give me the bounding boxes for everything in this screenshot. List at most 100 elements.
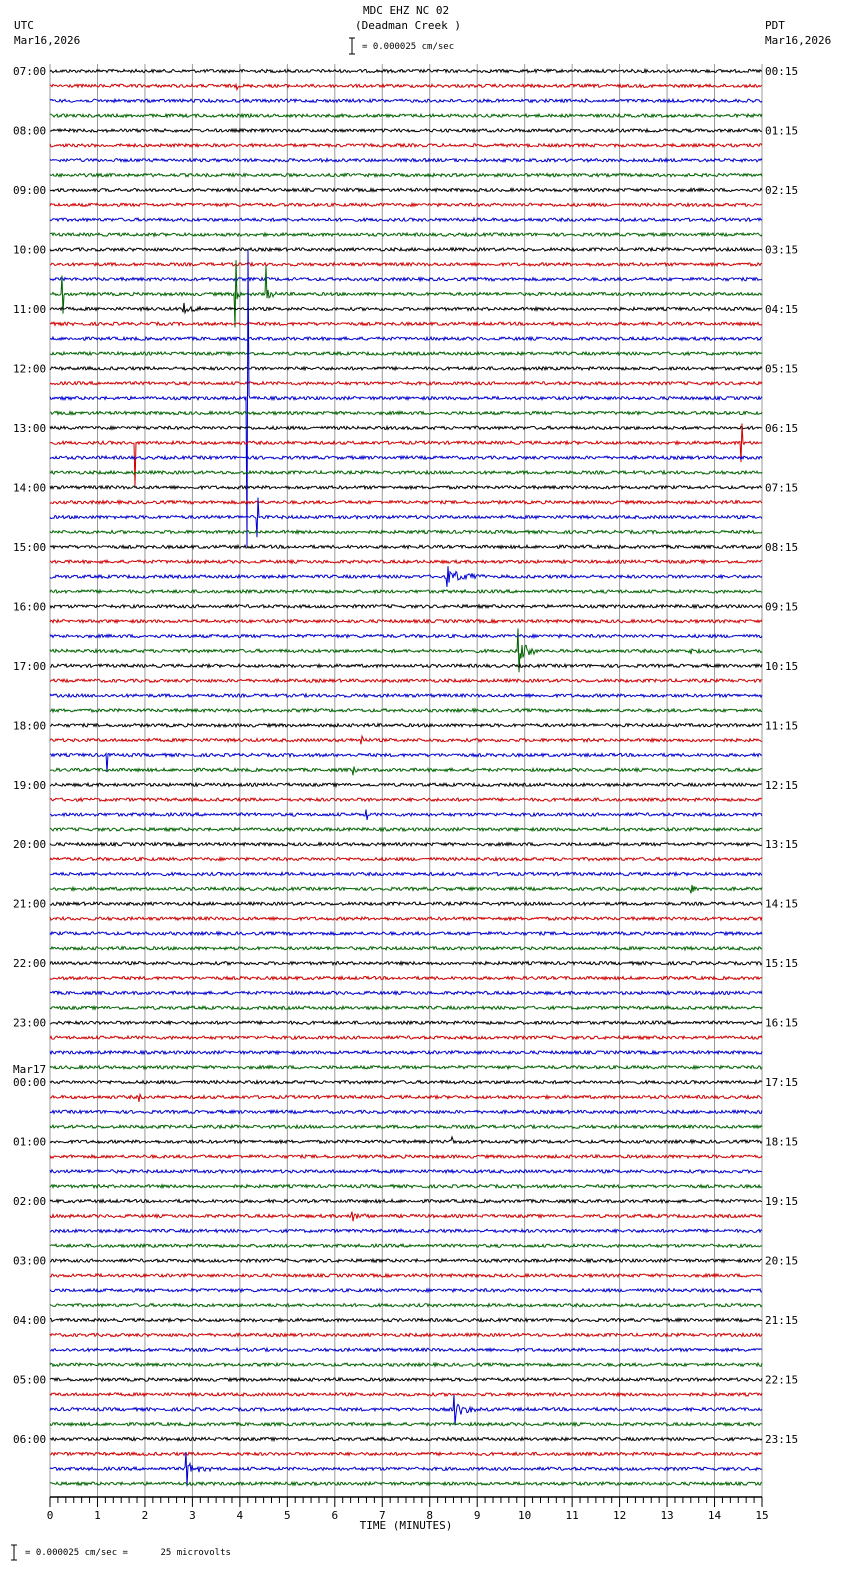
- trace-row-59: [49, 945, 763, 952]
- trace-row-87: [49, 1361, 763, 1368]
- trace-row-79: [49, 1242, 763, 1249]
- trace-row-88: [49, 1376, 763, 1383]
- trace-row-9: [49, 201, 763, 208]
- trace-row-32: [49, 543, 763, 550]
- utc-hour-label: 01:00: [13, 1136, 46, 1149]
- trace-row-84: [49, 1317, 763, 1324]
- trace-row-65: [49, 1034, 763, 1041]
- utc-hour-label: 23:00: [13, 1017, 46, 1030]
- trace-row-63: [49, 1004, 763, 1011]
- trace-row-95: [49, 1480, 763, 1487]
- trace-row-11: [49, 231, 763, 238]
- trace-row-68: [49, 1079, 763, 1086]
- trace-row-72: [49, 1135, 763, 1145]
- trace-row-34: [49, 566, 763, 587]
- trace-row-93: [49, 1451, 763, 1457]
- trace-row-24: [49, 424, 763, 431]
- x-tick-label: 6: [331, 1509, 338, 1522]
- x-tick-label: 5: [284, 1509, 291, 1522]
- trace-row-74: [49, 1168, 762, 1175]
- pdt-hour-label: 10:15: [765, 660, 798, 673]
- trace-row-12: [49, 246, 763, 253]
- trace-row-45: [49, 734, 763, 745]
- trace-row-3: [49, 112, 763, 119]
- trace-row-90: [49, 1394, 763, 1426]
- pdt-hour-label: 19:15: [765, 1195, 798, 1208]
- x-tick-label: 15: [755, 1509, 768, 1522]
- trace-row-14: [49, 276, 763, 283]
- trace-row-18: [49, 335, 763, 342]
- utc-hour-label: 19:00: [13, 779, 46, 792]
- utc-hour-label: 02:00: [13, 1195, 46, 1208]
- utc-hour-label: 18:00: [13, 719, 46, 732]
- pdt-hour-label: 02:15: [765, 184, 798, 197]
- trace-row-44: [49, 722, 763, 729]
- trace-row-76: [49, 1198, 763, 1205]
- trace-row-86: [49, 1346, 763, 1353]
- trace-row-21: [49, 380, 763, 387]
- trace-row-69: [49, 1092, 763, 1102]
- trace-row-60: [49, 960, 763, 967]
- pdt-hour-label: 15:15: [765, 957, 798, 970]
- trace-row-41: [49, 677, 763, 684]
- pdt-hour-label: 16:15: [765, 1017, 798, 1030]
- utc-hour-label: 13:00: [13, 422, 46, 435]
- utc-hour-label: 20:00: [13, 838, 46, 851]
- trace-row-5: [49, 142, 763, 149]
- utc-hour-label: 03:00: [13, 1255, 46, 1268]
- x-axis-label: TIME (MINUTES): [360, 1519, 453, 1532]
- trace-row-78: [49, 1227, 762, 1234]
- x-tick-label: 12: [613, 1509, 626, 1522]
- pdt-hour-label: 11:15: [765, 719, 798, 732]
- pdt-hour-label: 04:15: [765, 303, 798, 316]
- trace-row-85: [49, 1331, 763, 1338]
- trace-row-17: [49, 320, 763, 327]
- pdt-hour-label: 12:15: [765, 779, 798, 792]
- utc-hour-label: 22:00: [13, 957, 46, 970]
- trace-row-75: [49, 1183, 763, 1190]
- trace-row-62: [49, 989, 763, 997]
- trace-row-71: [49, 1123, 763, 1130]
- trace-row-57: [49, 915, 763, 922]
- trace-row-36: [49, 603, 763, 610]
- trace-row-89: [49, 1391, 763, 1398]
- trace-row-77: [49, 1211, 763, 1222]
- trace-row-8: [49, 186, 763, 193]
- trace-row-64: [49, 1019, 763, 1026]
- utc-hour-label: 21:00: [13, 898, 46, 911]
- trace-row-52: [49, 841, 763, 848]
- trace-row-23: [49, 409, 763, 417]
- utc-hour-label: 16:00: [13, 600, 46, 613]
- trace-row-91: [49, 1421, 763, 1428]
- utc-hour-label: 07:00: [13, 65, 46, 78]
- trace-row-0: [49, 67, 763, 75]
- trace-row-49: [49, 796, 763, 803]
- seismogram-plot: 0 1 2 3 4 5 6 7 8 9 10 11 12 13 14 15TIME (MINUTES) 07:…: [11, 37, 798, 1561]
- x-tick-label: 10: [518, 1509, 531, 1522]
- trace-row-48: [49, 781, 763, 788]
- trace-row-15: [50, 260, 763, 328]
- x-tick-label: 1: [94, 1509, 101, 1522]
- trace-row-28: [49, 484, 763, 491]
- trace-row-83: [49, 1302, 763, 1309]
- utc-hour-label: 17:00: [13, 660, 46, 673]
- trace-row-66: [49, 1049, 763, 1056]
- trace-row-81: [49, 1272, 763, 1279]
- trace-row-82: [49, 1287, 763, 1294]
- trace-row-50: [50, 809, 763, 821]
- trace-row-2: [49, 97, 763, 104]
- pdt-hour-label: 13:15: [765, 838, 798, 851]
- trace-row-33: [49, 558, 763, 565]
- utc-hour-label: 00:00: [13, 1076, 46, 1089]
- trace-row-92: [49, 1435, 763, 1443]
- trace-row-19: [49, 350, 763, 357]
- utc-hour-label: 06:00: [13, 1433, 46, 1446]
- trace-row-80: [49, 1257, 763, 1264]
- trace-row-31: [49, 528, 763, 536]
- utc-hour-label: 14:00: [13, 481, 46, 494]
- utc-hour-label: 15:00: [13, 541, 46, 554]
- pdt-hour-label: 00:15: [765, 65, 798, 78]
- trace-row-25: [49, 423, 763, 486]
- x-tick-label: 13: [660, 1509, 673, 1522]
- pdt-hour-label: 07:15: [765, 481, 798, 494]
